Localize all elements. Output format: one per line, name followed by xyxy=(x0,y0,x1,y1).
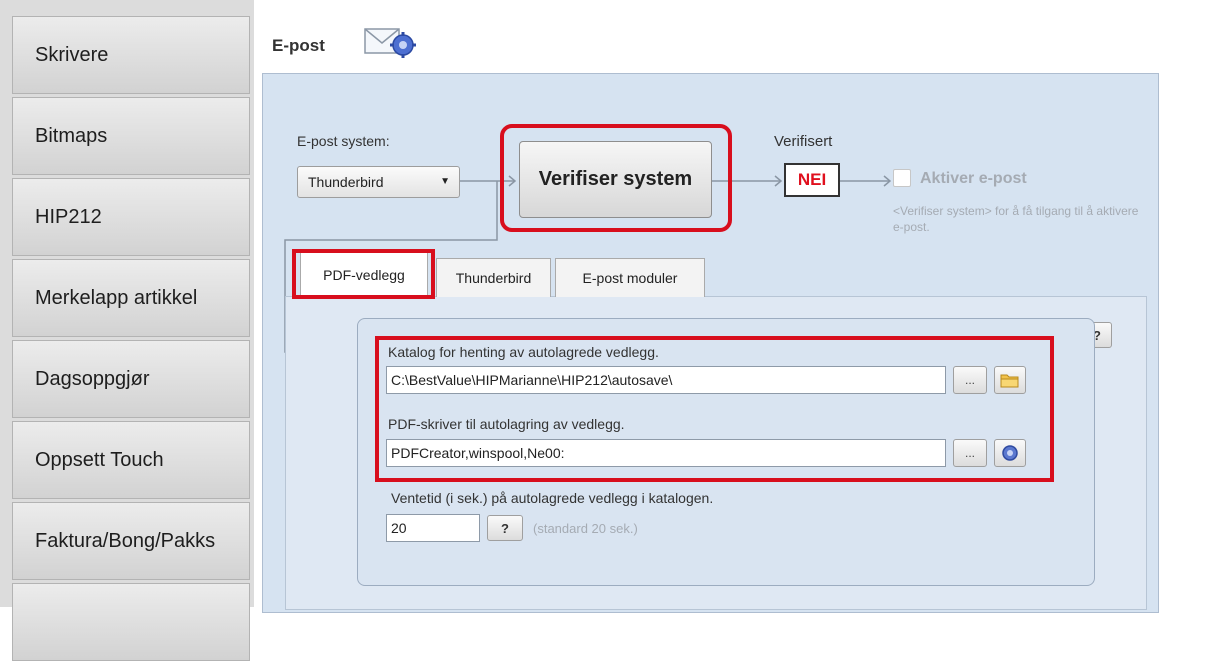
email-system-select[interactable]: Thunderbird ▼ xyxy=(297,166,460,198)
verified-label: Verifisert xyxy=(774,133,833,150)
open-folder-button[interactable] xyxy=(994,366,1026,394)
tab-email-modules[interactable]: E-post moduler xyxy=(555,258,705,297)
printer-label: PDF-skriver til autolagring av vedlegg. xyxy=(388,416,625,432)
tab-thunderbird[interactable]: Thunderbird xyxy=(436,258,551,297)
catalog-browse-button[interactable]: ... xyxy=(953,366,987,394)
email-system-label: E-post system: xyxy=(297,133,390,149)
chevron-down-icon: ▼ xyxy=(440,176,450,187)
verify-system-button[interactable]: Verifiser system xyxy=(519,141,712,218)
folder-icon xyxy=(1000,374,1019,388)
catalog-input[interactable]: C:\BestValue\HIPMarianne\HIP212\autosave… xyxy=(386,366,946,394)
highlight-frame-tab xyxy=(292,249,435,299)
activate-email-label: Aktiver e-post xyxy=(920,170,1027,187)
catalog-label: Katalog for henting av autolagrede vedle… xyxy=(388,344,659,360)
wait-time-label: Ventetid (i sek.) på autolagrede vedlegg… xyxy=(391,490,714,506)
printer-settings-button[interactable] xyxy=(994,439,1026,467)
activate-email-hint: <Verifiser system> for å få tilgang til … xyxy=(893,204,1139,234)
printer-browse-button[interactable]: ... xyxy=(953,439,987,467)
verified-status: NEI xyxy=(784,163,840,197)
gear-icon xyxy=(1002,445,1018,461)
activate-email-checkbox[interactable] xyxy=(893,169,911,187)
email-system-value: Thunderbird xyxy=(308,174,384,190)
wait-time-help-button[interactable]: ? xyxy=(487,515,523,541)
printer-input[interactable]: PDFCreator,winspool,Ne00: xyxy=(386,439,946,467)
wait-time-hint: (standard 20 sek.) xyxy=(533,521,638,536)
wait-time-input[interactable]: 20 xyxy=(386,514,480,542)
